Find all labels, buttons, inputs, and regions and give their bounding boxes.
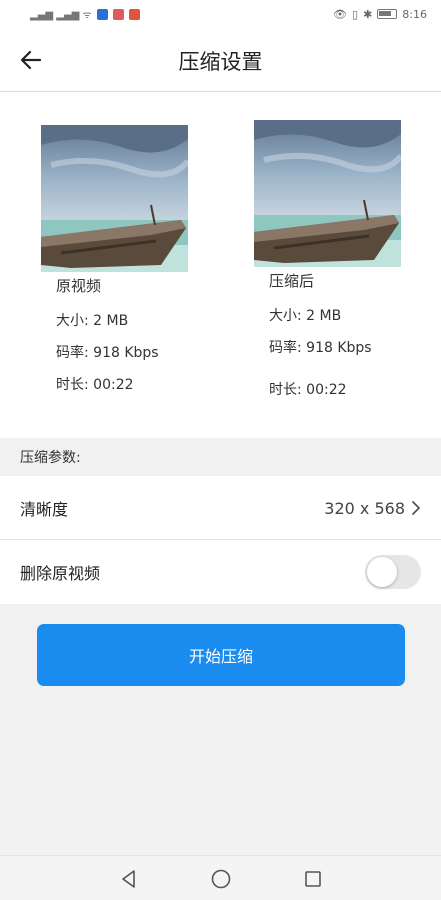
app-notification-icon (96, 8, 108, 20)
compression-params-header: 压缩参数: (0, 438, 441, 476)
delete-original-label: 删除原视频 (20, 564, 101, 583)
video-preview-panel: 原视频 大小: 2 MB 码率: 918 Kbps 时长: 00:22 压缩后 … (0, 92, 441, 438)
delete-original-toggle[interactable] (365, 555, 421, 589)
eye-icon: 👁 (333, 7, 348, 21)
original-duration-text: 时长: 00:22 (56, 377, 134, 393)
clock-time: 8:16 (402, 7, 427, 21)
compressed-video-thumbnail (254, 120, 401, 267)
chevron-right-icon (412, 501, 420, 515)
toggle-knob (367, 557, 397, 587)
compressed-video-label: 压缩后 (269, 272, 315, 290)
nav-back-button[interactable] (116, 866, 142, 892)
original-video-thumbnail (41, 125, 188, 272)
nav-home-button[interactable] (208, 866, 234, 892)
vibrate-icon: ▯ (352, 7, 359, 21)
start-compress-button[interactable]: 开始压缩 (37, 624, 405, 686)
page-title: 压缩设置 (178, 50, 263, 74)
resolution-value: 320 x 568 (324, 498, 405, 518)
resolution-label: 清晰度 (20, 500, 69, 519)
compressed-duration-text: 时长: 00:22 (269, 382, 347, 398)
nav-recents-button[interactable] (300, 866, 326, 892)
resolution-row[interactable]: 清晰度 320 x 568 (0, 476, 441, 540)
circle-home-icon (211, 869, 231, 889)
app-header: 压缩设置 (0, 28, 441, 92)
delete-original-row: 删除原视频 (0, 540, 441, 604)
compressed-bitrate-text: 码率: 918 Kbps (269, 340, 372, 356)
bluetooth-icon: ✱ (363, 7, 373, 21)
status-right: 👁 ▯ ✱ 8:16 (333, 8, 427, 21)
original-bitrate-text: 码率: 918 Kbps (56, 345, 159, 361)
status-bar: ▂▄▆ ▂▄▆ ᯤ 👁 ▯ ✱ 8:16 (0, 0, 441, 28)
signal-icon: ▂▄▆ ▂▄▆ ᯤ (30, 10, 92, 21)
battery-icon (377, 9, 398, 19)
system-nav-bar (0, 855, 441, 900)
compressed-size-text: 大小: 2 MB (269, 308, 342, 324)
original-size-text: 大小: 2 MB (56, 313, 129, 329)
video-frame-image (254, 120, 401, 267)
app-notification-icon (112, 8, 124, 20)
video-frame-image (41, 125, 188, 272)
square-recents-icon (305, 871, 321, 887)
triangle-back-icon (122, 870, 135, 888)
app-notification-icon (128, 8, 140, 20)
status-left: ▂▄▆ ▂▄▆ ᯤ (30, 7, 140, 21)
original-video-label: 原视频 (56, 277, 102, 295)
